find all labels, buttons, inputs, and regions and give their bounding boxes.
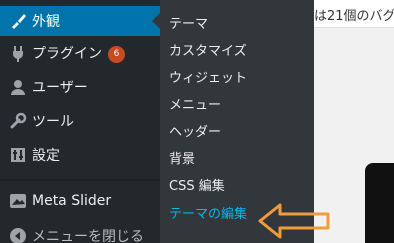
content-header: は21個のバグ <box>314 0 394 28</box>
submenu-item-header[interactable]: ヘッダー <box>169 121 221 140</box>
collapse-icon <box>8 226 28 243</box>
annotation-arrow <box>258 203 330 239</box>
plugin-icon <box>8 43 28 63</box>
sidebar-separator <box>0 179 160 181</box>
meta-slider-icon <box>8 191 28 211</box>
theme-preview-block <box>365 163 394 243</box>
notice-text: は21個のバグ <box>314 9 394 24</box>
settings-sliders-icon <box>8 145 28 165</box>
submenu-item-themes[interactable]: テーマ <box>169 13 208 32</box>
collapse-menu-button[interactable]: メニューを閉じる <box>0 221 160 243</box>
submenu-item-menus[interactable]: メニュー <box>169 94 221 113</box>
sidebar-item-appearance[interactable]: 外観 <box>0 6 160 36</box>
sidebar-item-meta-slider[interactable]: Meta Slider <box>0 186 160 216</box>
submenu-item-widgets[interactable]: ウィジェット <box>169 67 247 86</box>
submenu-item-css-edit[interactable]: CSS 編集 <box>169 175 225 194</box>
sidebar-item-label: ツール <box>32 114 74 130</box>
sidebar-item-label: 外観 <box>32 14 60 30</box>
submenu-item-theme-editor[interactable]: テーマの編集 <box>169 203 247 222</box>
sidebar-item-plugins[interactable]: プラグイン 6 <box>0 38 160 68</box>
update-count-badge: 6 <box>108 45 125 63</box>
sidebar-item-tools[interactable]: ツール <box>0 106 160 136</box>
sidebar-item-label: Meta Slider <box>32 193 112 209</box>
paintbrush-icon <box>8 11 28 31</box>
sidebar-item-label: ユーザー <box>32 80 88 96</box>
submenu-item-customize[interactable]: カスタマイズ <box>169 40 247 59</box>
sidebar-item-label: プラグイン <box>32 46 102 62</box>
admin-sidebar: 外観 プラグイン 6 ユーザー ツール 設定 Meta Slider メニューを… <box>0 0 160 243</box>
wrench-icon <box>8 111 28 131</box>
submenu-item-background[interactable]: 背景 <box>169 148 195 167</box>
sidebar-item-settings[interactable]: 設定 <box>0 140 160 170</box>
sidebar-item-label: 設定 <box>32 148 60 164</box>
users-icon <box>8 77 28 97</box>
sidebar-item-users[interactable]: ユーザー <box>0 72 160 102</box>
sidebar-item-label: メニューを閉じる <box>32 229 144 243</box>
